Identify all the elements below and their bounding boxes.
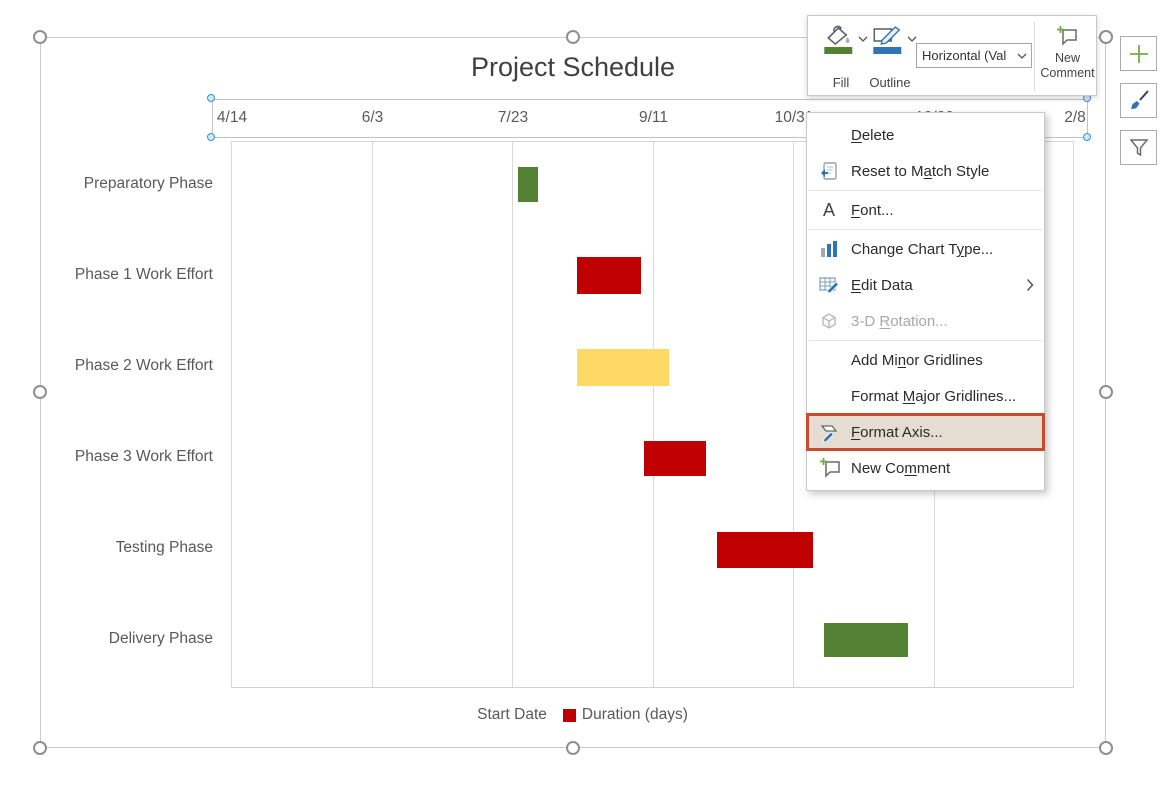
chart-element-dropdown[interactable]: Horizontal (Val bbox=[916, 43, 1032, 68]
fill-button-label: Fill bbox=[816, 75, 866, 90]
category-label: Phase 2 Work Effort bbox=[41, 356, 213, 376]
category-label: Phase 3 Work Effort bbox=[41, 447, 213, 467]
legend-label: Duration (days) bbox=[582, 706, 688, 724]
gridline bbox=[372, 142, 373, 687]
new-comment-button-label: New Comment bbox=[1039, 51, 1096, 81]
outline-button[interactable]: Outline bbox=[865, 22, 915, 92]
chevron-down-icon bbox=[1017, 53, 1031, 59]
selection-handle[interactable] bbox=[1099, 741, 1113, 755]
bar-preparatory-phase[interactable] bbox=[518, 167, 538, 202]
menu-item-edit-data[interactable]: Edit Data bbox=[807, 267, 1044, 303]
vertical-category-axis[interactable]: Preparatory Phase Phase 1 Work Effort Phas… bbox=[41, 141, 213, 686]
menu-separator bbox=[809, 340, 1042, 341]
font-icon: A bbox=[819, 200, 851, 220]
outline-icon bbox=[870, 24, 904, 54]
selection-handle[interactable] bbox=[33, 30, 47, 44]
selection-handle[interactable] bbox=[566, 30, 580, 44]
menu-item-3d-rotation: 3-D Rotation... bbox=[807, 303, 1044, 339]
axis-selection-handle[interactable] bbox=[207, 94, 215, 102]
brush-icon bbox=[1127, 89, 1151, 113]
edit-data-icon bbox=[819, 275, 851, 295]
menu-item-label: Font... bbox=[851, 202, 894, 219]
menu-item-add-minor-gridlines[interactable]: Add Minor Gridlines bbox=[807, 342, 1044, 378]
menu-item-label: 3-D Rotation... bbox=[851, 313, 948, 330]
category-label: Phase 1 Work Effort bbox=[41, 265, 213, 285]
svg-text:A: A bbox=[823, 200, 835, 220]
plus-icon bbox=[1127, 42, 1151, 66]
gridline bbox=[231, 142, 232, 687]
gridline bbox=[1073, 142, 1074, 687]
selection-handle[interactable] bbox=[33, 385, 47, 399]
bar-phase-3-work-effort[interactable] bbox=[644, 441, 706, 476]
menu-item-change-chart-type[interactable]: Change Chart Type... bbox=[807, 231, 1044, 267]
chart-type-icon bbox=[819, 239, 851, 259]
category-label: Delivery Phase bbox=[41, 629, 213, 649]
menu-item-label: Add Minor Gridlines bbox=[851, 352, 983, 369]
context-menu: Delete Reset to Match Style A Font... Change… bbox=[806, 112, 1045, 491]
menu-item-label: Edit Data bbox=[851, 277, 913, 294]
legend-swatch bbox=[563, 709, 576, 722]
gridline bbox=[653, 142, 654, 687]
bar-phase-2-work-effort[interactable] bbox=[577, 349, 669, 386]
selection-handle[interactable] bbox=[1099, 30, 1113, 44]
legend[interactable]: Start Date Duration (days) bbox=[41, 706, 1105, 724]
x-axis-tick-label: 6/3 bbox=[362, 109, 384, 127]
toolbar-divider bbox=[1034, 22, 1035, 91]
bar-phase-1-work-effort[interactable] bbox=[577, 257, 641, 294]
menu-item-label: Reset to Match Style bbox=[851, 163, 989, 180]
menu-item-reset-to-match-style[interactable]: Reset to Match Style bbox=[807, 153, 1044, 189]
gridline bbox=[793, 142, 794, 687]
axis-selection-handle[interactable] bbox=[1083, 133, 1091, 141]
menu-item-label: New Comment bbox=[851, 460, 950, 477]
legend-item[interactable]: Duration (days) bbox=[563, 706, 688, 724]
menu-item-delete[interactable]: Delete bbox=[807, 117, 1044, 153]
menu-separator bbox=[809, 190, 1042, 191]
gridline bbox=[512, 142, 513, 687]
selection-handle[interactable] bbox=[566, 741, 580, 755]
category-label: Preparatory Phase bbox=[41, 174, 213, 194]
menu-item-label: Change Chart Type... bbox=[851, 241, 993, 258]
menu-item-label: Format Major Gridlines... bbox=[851, 388, 1016, 405]
menu-item-label: Format Axis... bbox=[851, 424, 943, 441]
chevron-down-icon bbox=[907, 36, 917, 42]
menu-item-font[interactable]: A Font... bbox=[807, 192, 1044, 228]
new-comment-button[interactable]: New Comment bbox=[1039, 21, 1096, 93]
bar-testing-phase[interactable] bbox=[717, 532, 813, 568]
bar-delivery-phase[interactable] bbox=[824, 623, 908, 657]
menu-item-label: Delete bbox=[851, 127, 894, 144]
reset-style-icon bbox=[819, 161, 851, 181]
fill-icon bbox=[821, 24, 855, 54]
legend-label: Start Date bbox=[477, 706, 547, 724]
menu-item-format-axis[interactable]: Format Axis... bbox=[807, 414, 1044, 450]
legend-swatch bbox=[458, 709, 471, 722]
category-label: Testing Phase bbox=[41, 538, 213, 558]
legend-item[interactable]: Start Date bbox=[458, 706, 547, 724]
outline-button-label: Outline bbox=[865, 75, 915, 90]
cube-icon bbox=[819, 311, 851, 331]
format-axis-icon bbox=[819, 422, 851, 442]
menu-item-new-comment[interactable]: New Comment bbox=[807, 450, 1044, 486]
x-axis-tick-label: 9/11 bbox=[639, 109, 668, 127]
x-axis-tick-label: 4/14 bbox=[217, 109, 247, 127]
chart-styles-button[interactable] bbox=[1120, 83, 1157, 118]
menu-separator bbox=[809, 229, 1042, 230]
filter-icon bbox=[1127, 136, 1151, 160]
excel-canvas: Project Schedule 4/146/37/239/1110/3112/… bbox=[0, 0, 1161, 787]
chart-elements-button[interactable] bbox=[1120, 36, 1157, 71]
mini-toolbar: Fill Outline Horizontal (Val New Comment bbox=[807, 15, 1097, 96]
x-axis-tick-label: 2/8 bbox=[1064, 109, 1086, 127]
chart-element-dropdown-value: Horizontal (Val bbox=[917, 48, 1017, 63]
chevron-right-icon bbox=[1026, 278, 1034, 292]
axis-selection-handle[interactable] bbox=[207, 133, 215, 141]
selection-handle[interactable] bbox=[1099, 385, 1113, 399]
menu-item-format-major-gridlines[interactable]: Format Major Gridlines... bbox=[807, 378, 1044, 414]
fill-button[interactable]: Fill bbox=[816, 22, 866, 92]
chart-filters-button[interactable] bbox=[1120, 130, 1157, 165]
new-comment-icon bbox=[819, 457, 851, 479]
x-axis-tick-label: 7/23 bbox=[498, 109, 528, 127]
selection-handle[interactable] bbox=[33, 741, 47, 755]
new-comment-icon bbox=[1056, 25, 1080, 47]
